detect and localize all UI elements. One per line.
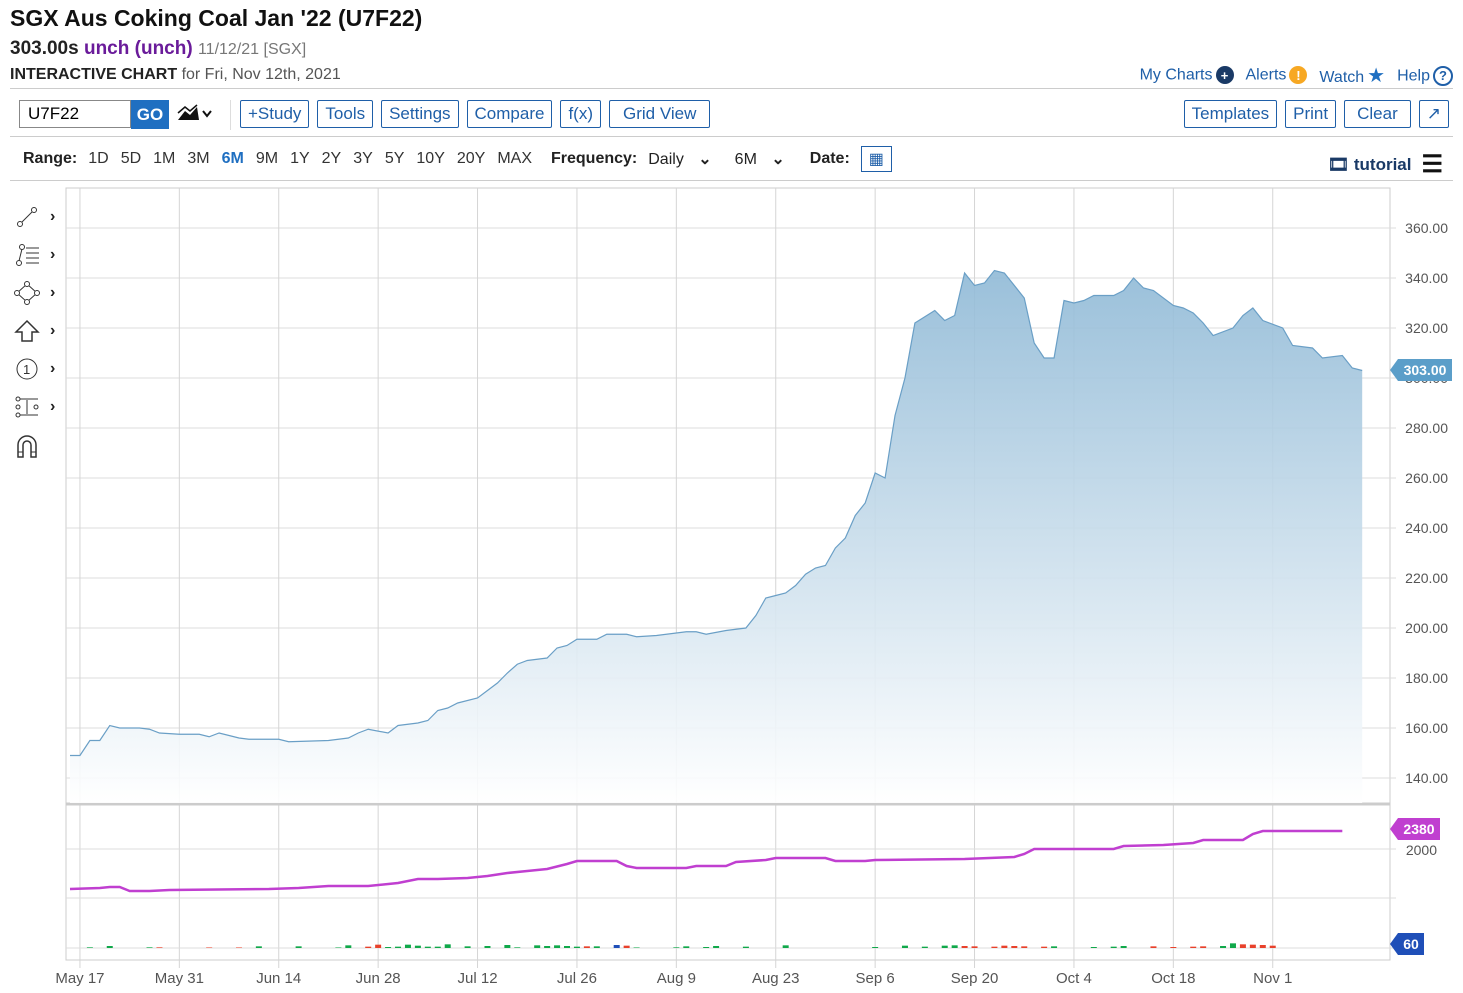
y-tick-label: 240.00 [1405,520,1448,536]
y-tick-label: 280.00 [1405,420,1448,436]
volume-bar [404,944,411,948]
volume-bar [1229,943,1236,948]
volume-bar [534,945,541,948]
volume-bar [782,945,789,948]
volume-bar [941,945,948,948]
volume-bar [395,946,402,948]
volume-bar [1259,945,1266,948]
volume-bar [564,946,570,948]
volume-bar [554,945,561,948]
y-tick-label: 340.00 [1405,270,1448,286]
volume-bar [901,945,908,948]
volume-bar [583,946,590,948]
x-tick-label: Aug 23 [752,970,800,987]
volume-bar [872,947,879,948]
volume-bar [1110,946,1117,948]
volume-bar [235,947,242,948]
volume-bar [1220,946,1227,948]
volume-badge: 60 [1403,936,1419,952]
volume-bar [951,945,958,948]
x-tick-label: Oct 4 [1056,970,1092,987]
y-tick-label: 160.00 [1405,720,1448,736]
price-chart[interactable]: 140.00 160.00 180.00 200.00 220.00 240.00 260.… [0,0,1463,993]
volume-bar [1239,944,1246,948]
volume-bar [504,945,511,948]
volume-bar [1249,944,1256,948]
volume-bar [1269,945,1276,948]
volume-bar [255,946,262,948]
volume-bar [1011,946,1018,948]
volume-bar [514,947,521,948]
oi-tick-label: 2000 [1406,842,1437,858]
x-tick-label: Aug 9 [657,970,696,987]
volume-bar [613,945,620,948]
volume-bar [1051,946,1058,948]
volume-bar [623,945,630,948]
volume-bar [295,946,302,948]
x-tick-label: Sep 6 [856,970,895,987]
y-tick-label: 260.00 [1405,470,1448,486]
volume-bar [1150,946,1157,948]
volume-bar [345,945,352,948]
volume-bar [633,947,640,948]
volume-bar [1021,946,1028,948]
x-tick-label: May 17 [55,970,104,987]
open-interest-badge: 2380 [1403,821,1434,837]
volume-bar [106,946,113,948]
volume-bar [424,946,431,948]
x-tick-label: Jul 26 [557,970,597,987]
volume-bar [206,947,213,948]
last-price-badge: 303.00 [1404,362,1447,378]
volume-bar [365,946,372,948]
volume-bar [375,944,382,948]
volume-bar [1041,946,1048,948]
volume-bar [1090,947,1097,948]
volume-bar [991,946,998,948]
volume-bar [464,946,471,948]
volume-bar [434,946,441,948]
volume-bar [593,946,600,948]
volume-bar [1200,946,1207,948]
volume-bar [414,945,421,948]
y-tick-label: 140.00 [1405,770,1448,786]
volume-bar [1190,946,1197,948]
volume-bar [921,946,928,948]
volume-bar [713,946,720,948]
volume-bar [703,947,710,948]
volume-bar [1170,947,1177,948]
volume-bar [444,944,451,948]
y-tick-label: 360.00 [1405,220,1448,236]
volume-bar [484,946,491,948]
volume-bar [335,947,342,948]
y-tick-label: 320.00 [1405,320,1448,336]
volume-bar [742,946,749,948]
volume-bar [573,946,580,948]
y-tick-label: 200.00 [1405,620,1448,636]
volume-bar [1001,945,1008,948]
x-tick-label: May 31 [155,970,204,987]
volume-bar [961,946,968,948]
x-tick-label: Jun 14 [256,970,301,987]
volume-bar [673,947,680,948]
volume-bar [146,947,153,948]
x-tick-label: Sep 20 [951,970,999,987]
x-tick-label: Oct 18 [1151,970,1195,987]
volume-bar [385,947,392,948]
y-tick-label: 220.00 [1405,570,1448,586]
volume-bar [971,946,978,948]
y-tick-label: 180.00 [1405,670,1448,686]
volume-bar [156,947,163,948]
volume-bar [86,947,93,948]
volume-bar [1120,946,1127,948]
x-tick-label: Jul 12 [458,970,498,987]
volume-bar [544,946,551,948]
x-tick-label: Nov 1 [1253,970,1292,987]
x-tick-label: Jun 28 [356,970,401,987]
volume-bar [683,946,690,948]
